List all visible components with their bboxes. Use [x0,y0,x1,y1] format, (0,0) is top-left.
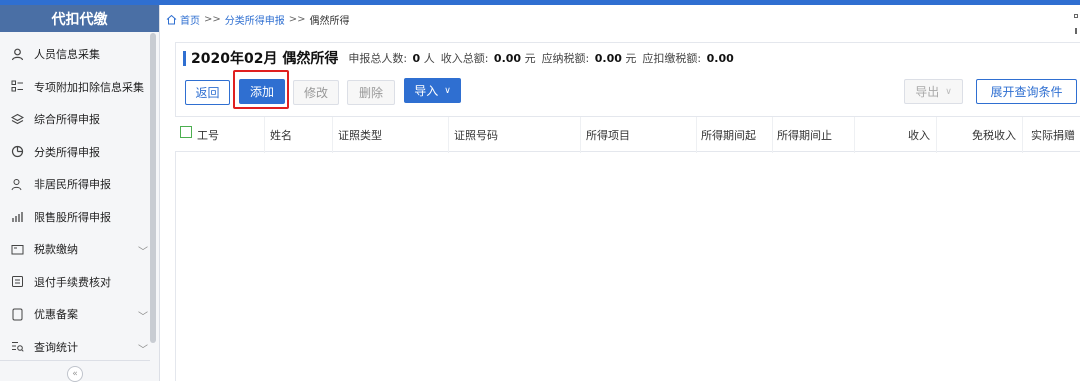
page-header: 2020年02月 偶然所得 申报总人数: 0 人 收入总额: 0.00 元 应纳… [183,48,740,68]
collapse-icon[interactable]: « [67,366,83,382]
sidebar-item-preferential-filing[interactable]: 优惠备案 ﹀ [0,298,150,331]
col-actual-donation[interactable]: 实际捐赠 [1023,117,1080,153]
return-button[interactable]: 返回 [185,80,230,105]
sidebar-item-label: 专项附加扣除信息采集 [34,80,144,94]
folder-icon [10,242,24,256]
sidebar-scrollbar[interactable] [150,33,156,343]
bar-chart-icon [10,210,24,224]
list-icon [10,80,24,94]
col-name[interactable]: 姓名 [265,117,333,153]
col-employee-id[interactable]: 工号 [197,117,265,153]
col-id-type[interactable]: 证照类型 [333,117,449,153]
sidebar-item-comprehensive[interactable]: 综合所得申报 [0,103,150,136]
file-icon [10,307,24,321]
col-period-end[interactable]: 所得期间止 [773,117,855,153]
top-accent-bar [0,0,1080,5]
expand-query-button[interactable]: 展开查询条件 [976,79,1077,104]
page-title: 2020年02月 偶然所得 [191,48,338,68]
sidebar-item-refund-fee[interactable]: 退付手续费核对 [0,266,150,299]
title-accent [183,50,186,66]
sidebar-item-label: 退付手续费核对 [34,275,111,289]
edge-marker [1075,28,1077,34]
stat-total-income: 收入总额: 0.00 元 [440,52,536,65]
chevron-down-icon: ﹀ [138,344,148,356]
breadcrumb-separator: >> [204,13,221,25]
stat-tax-withheld: 应扣缴税额: 0.00 [642,52,734,65]
stat-total-people: 申报总人数: 0 人 [348,52,435,65]
breadcrumb-current: 偶然所得 [309,15,350,27]
sidebar-item-label: 税款缴纳 [34,243,78,257]
person-icon [10,47,24,61]
breadcrumb: 首页 >> 分类所得申报 >> 偶然所得 [166,12,350,27]
chevron-down-icon: ﹀ [138,247,148,258]
select-all-checkbox[interactable] [180,126,192,138]
sidebar-item-tax-payment[interactable]: 税款缴纳 ﹀ [0,233,150,266]
breadcrumb-classified[interactable]: 分类所得申报 [225,12,285,27]
import-label: 导入 [414,84,439,98]
breadcrumb-home[interactable]: 首页 [180,12,200,27]
document-icon [10,275,24,289]
edit-button[interactable]: 修改 [293,80,339,105]
sidebar-item-nonresident[interactable]: 非居民所得申报 [0,168,150,201]
window-restore-icon[interactable] [1074,14,1078,18]
home-icon[interactable] [166,14,177,25]
sidebar-item-restricted-stock[interactable]: 限售股所得申报 [0,201,150,234]
col-id-number[interactable]: 证照号码 [449,117,581,153]
person-outline-icon [10,177,24,191]
sidebar-item-special-deduction[interactable]: 专项附加扣除信息采集 [0,71,150,104]
sidebar-item-label: 优惠备案 [34,308,78,322]
delete-button[interactable]: 删除 [347,80,395,105]
period: 2020年02月 [191,51,278,67]
sidebar-item-personnel[interactable]: 人员信息采集 [0,38,150,71]
add-button[interactable]: 添加 [239,79,285,104]
chevron-down-icon: ∨ [945,86,952,97]
sidebar-item-classified[interactable]: 分类所得申报 [0,136,150,169]
col-income[interactable]: 收入 [855,117,937,153]
sidebar-item-label: 查询统计 [34,340,78,354]
col-income-item[interactable]: 所得项目 [581,117,697,153]
breadcrumb-separator: >> [288,13,306,25]
col-period-start[interactable]: 所得期间起 [697,117,773,153]
layers-icon [10,112,24,126]
sidebar-collapse: « [0,360,150,382]
sidebar-item-label: 综合所得申报 [34,113,100,127]
import-button[interactable]: 导入 ∨ [404,78,461,103]
col-tax-free-income[interactable]: 免税收入 [937,117,1023,153]
category: 偶然所得 [282,51,339,67]
sidebar-title: 代扣代缴 [0,5,159,32]
pie-icon [10,145,24,159]
chevron-down-icon: ﹀ [138,312,148,323]
sidebar-item-label: 分类所得申报 [34,145,100,159]
export-label: 导出 [915,85,940,99]
search-list-icon [10,340,24,354]
sidebar-item-label: 非居民所得申报 [34,178,111,192]
sidebar-item-label: 限售股所得申报 [34,210,111,224]
table-header: 工号 姓名 证照类型 证照号码 所得项目 所得期间起 所得期间止 收入 免税收入… [175,116,1080,153]
export-button[interactable]: 导出 ∨ [904,79,963,104]
sidebar-item-query-stats[interactable]: 查询统计 ﹀ [0,331,150,364]
sidebar-menu: 人员信息采集 专项附加扣除信息采集 综合所得申报 分类所得申报 非居民所得申报 … [0,38,150,363]
stat-tax-payable: 应纳税额: 0.00 元 [541,52,637,65]
chevron-down-icon: ∨ [444,85,451,96]
sidebar-item-label: 人员信息采集 [34,48,100,62]
